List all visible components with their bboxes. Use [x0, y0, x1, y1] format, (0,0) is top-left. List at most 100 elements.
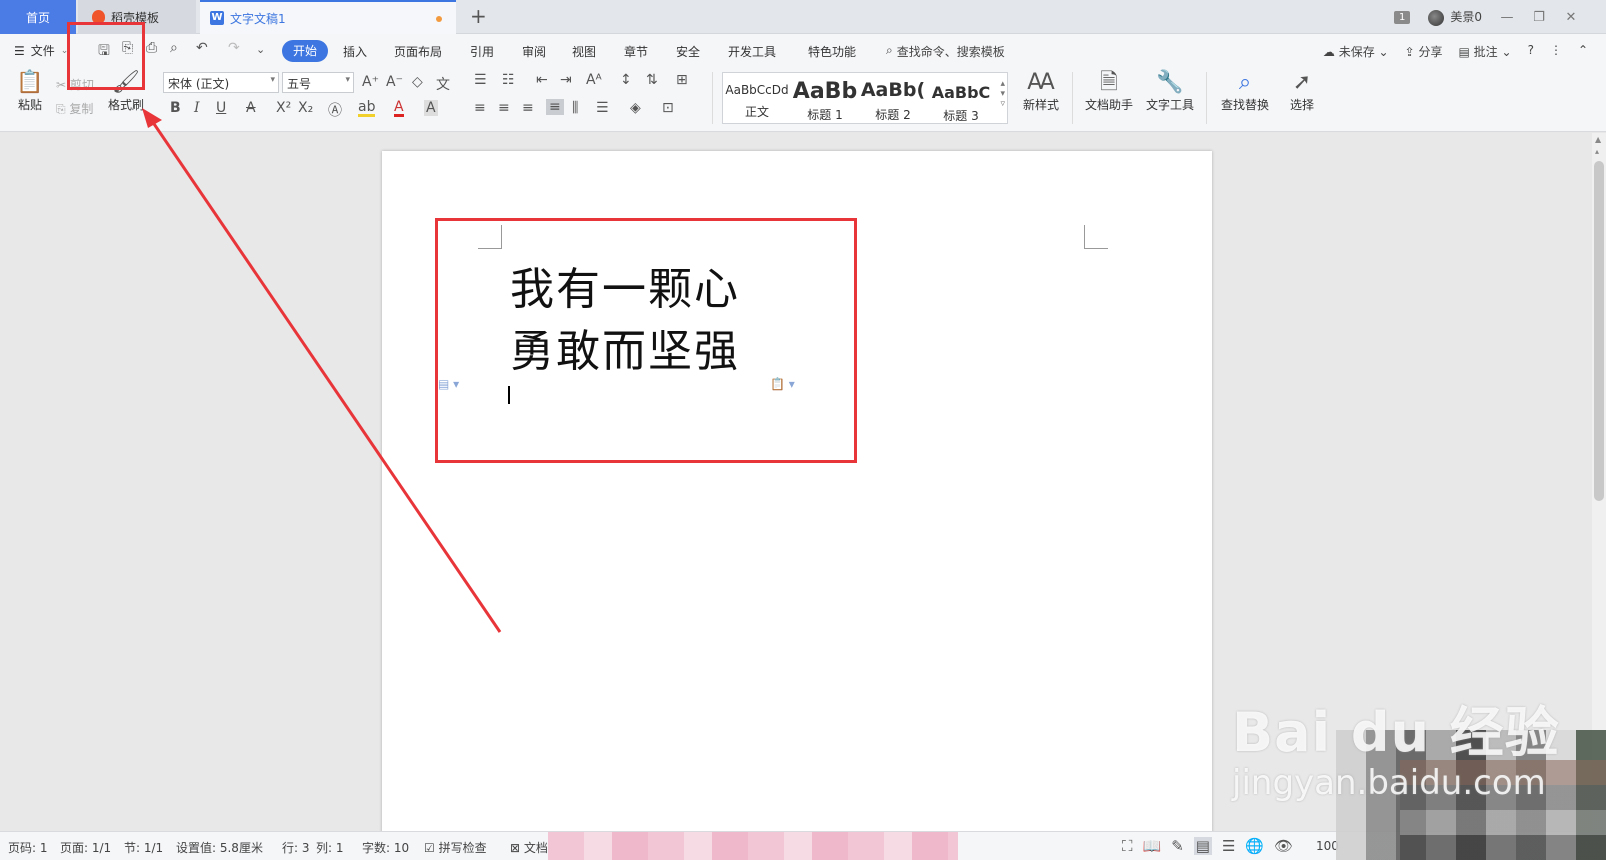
shrink-font-icon[interactable]: A⁻ — [386, 74, 403, 90]
read-mode-icon[interactable]: 📖 — [1143, 837, 1162, 855]
tab-document[interactable]: W 文字文稿1 — [200, 0, 456, 34]
command-search[interactable]: ⌕ 查找命令、搜索模板 — [886, 43, 1005, 60]
new-tab-button[interactable]: + — [470, 4, 487, 28]
menu-page-layout[interactable]: 页面布局 — [394, 43, 442, 60]
select-button[interactable]: ➚ 选择 — [1282, 70, 1322, 113]
style-heading-2[interactable]: AaBb( 标题 2 — [859, 73, 927, 123]
menu-references[interactable]: 引用 — [470, 43, 494, 60]
status-pages[interactable]: 页面: 1/1 — [60, 839, 111, 856]
new-style-button[interactable]: Ꜳ 新样式 — [1016, 70, 1066, 113]
menu-security[interactable]: 安全 — [676, 43, 700, 60]
superscript-icon[interactable]: X² — [276, 100, 291, 116]
annotate-button[interactable]: ▤ 批注 ⌄ — [1459, 43, 1512, 60]
select-label: 选择 — [1289, 98, 1314, 112]
hamburger-icon: ☰ — [14, 43, 25, 58]
unsaved-cloud-button[interactable]: ☁ 未保存 ⌄ — [1323, 43, 1389, 60]
write-mode-icon[interactable]: ✎ — [1171, 837, 1184, 855]
justify-icon[interactable]: ≡ — [546, 99, 564, 115]
user-account[interactable]: 美景0 — [1428, 8, 1482, 26]
style-gallery-more-icon[interactable]: ▴ ▾ ▿ — [1000, 79, 1005, 109]
page-view-icon[interactable]: ▤ — [1193, 837, 1212, 855]
align-right-icon[interactable]: ≡ — [522, 100, 534, 116]
vertical-scrollbar[interactable]: ▲ ▴ — [1592, 133, 1606, 831]
text-effect-icon[interactable]: Ⓐ — [328, 100, 342, 120]
shading-icon[interactable]: ◈ — [630, 100, 641, 116]
outline-view-icon[interactable]: ☰ — [1222, 837, 1235, 855]
customize-toolbar-icon[interactable]: ⌄ — [256, 43, 265, 56]
file-menu-button[interactable]: ☰ 文件 ⌄ — [14, 42, 68, 59]
fullscreen-icon[interactable]: ⛶ — [1122, 837, 1133, 855]
bold-icon[interactable]: B — [170, 100, 181, 116]
font-name-select[interactable]: 宋体 (正文) ▾ — [163, 72, 279, 93]
menu-chapter[interactable]: 章节 — [624, 43, 648, 60]
change-case-icon[interactable]: Aᴬ — [586, 72, 602, 88]
spell-check-button[interactable]: ☑ 拼写检查 — [424, 839, 487, 856]
collapse-ribbon-icon[interactable]: ⌃ — [1578, 43, 1588, 60]
magnifier-icon: ⌕ — [1238, 70, 1252, 95]
web-view-icon[interactable]: 🌐 — [1245, 837, 1264, 855]
menu-start[interactable]: 开始 — [282, 40, 328, 62]
print-icon[interactable]: ⎙ — [146, 40, 157, 56]
phonetic-icon[interactable]: 文 — [436, 74, 450, 94]
subscript-icon[interactable]: X₂ — [298, 100, 313, 116]
paste-button[interactable]: 📋 粘贴 — [12, 70, 48, 113]
scroll-prev-icon[interactable]: ▴ — [1595, 147, 1599, 156]
decrease-indent-icon[interactable]: ⇤ — [536, 72, 548, 88]
ribbon: 📋 粘贴 ✂ 剪切 ⎘ 复制 🖌 格式刷 宋体 (正文) ▾ 五号 ▾ A⁺ A⁻ … — [0, 66, 1606, 132]
menu-insert[interactable]: 插入 — [343, 43, 367, 60]
help-icon[interactable]: ? — [1528, 43, 1534, 60]
close-icon[interactable]: ✕ — [1564, 10, 1578, 25]
chevron-down-icon: ▾ — [345, 75, 350, 85]
menu-special[interactable]: 特色功能 — [808, 43, 856, 60]
sort-icon[interactable]: ↕ — [620, 72, 632, 88]
scroll-up-icon[interactable]: ▲ — [1595, 135, 1601, 144]
grow-font-icon[interactable]: A⁺ — [362, 74, 379, 90]
text-tools-button[interactable]: 🔧 文字工具 — [1140, 70, 1200, 113]
doc-helper-button[interactable]: 🗎 文档助手 — [1082, 70, 1136, 113]
ribbon-divider — [712, 72, 713, 124]
style-heading-1[interactable]: AaBb 标题 1 — [791, 73, 859, 123]
tab-home[interactable]: 首页 — [0, 0, 76, 34]
highlight-icon[interactable]: ab — [358, 100, 376, 117]
clear-format-icon[interactable]: ◇ — [412, 74, 423, 90]
minimize-icon[interactable]: — — [1500, 10, 1514, 25]
style-heading-3[interactable]: AaBbC 标题 3 — [927, 73, 995, 123]
scrollbar-thumb[interactable] — [1594, 161, 1604, 501]
borders-icon[interactable]: ⊡ — [662, 100, 674, 116]
print-preview-icon[interactable]: ⌕ — [170, 40, 178, 56]
numbered-list-icon[interactable]: ☷ — [502, 72, 515, 88]
eye-care-icon[interactable]: 👁 — [1274, 837, 1293, 855]
strikethrough-icon[interactable]: A — [246, 100, 256, 116]
table-border-icon[interactable]: ⊞ — [676, 72, 688, 88]
line-spacing-icon[interactable]: ⇅ — [646, 72, 658, 88]
share-icon: ⇪ — [1404, 45, 1415, 59]
increase-indent-icon[interactable]: ⇥ — [560, 72, 572, 88]
undo-icon[interactable]: ↶ — [196, 40, 208, 56]
paragraph-spacing-icon[interactable]: ☰ — [596, 100, 609, 116]
spell-check-label: 拼写检查 — [438, 841, 487, 855]
copy-button[interactable]: ⎘ 复制 — [56, 100, 93, 117]
find-replace-button[interactable]: ⌕ 查找替换 — [1214, 70, 1276, 113]
menu-developer[interactable]: 开发工具 — [728, 43, 776, 60]
style-normal[interactable]: AaBbCcDd 正文 — [723, 73, 791, 123]
underline-icon[interactable]: U — [216, 100, 226, 116]
italic-icon[interactable]: I — [194, 100, 200, 116]
char-shading-icon[interactable]: A — [424, 100, 438, 116]
redo-icon[interactable]: ↷ — [228, 40, 240, 56]
align-center-icon[interactable]: ≡ — [498, 100, 510, 116]
align-left-icon[interactable]: ≡ — [474, 100, 486, 116]
more-icon[interactable]: ⋮ — [1550, 43, 1562, 60]
distribute-icon[interactable]: ⫼ — [572, 100, 578, 116]
cursor-arrow-icon: ➚ — [1292, 70, 1312, 95]
font-color-icon[interactable]: A — [394, 100, 404, 117]
menu-review[interactable]: 审阅 — [522, 43, 546, 60]
doc-check-button[interactable]: ⊠ 文档 — [510, 839, 548, 856]
restore-icon[interactable]: ❐ — [1532, 10, 1546, 25]
new-style-label: 新样式 — [1022, 98, 1059, 112]
window-count-badge[interactable]: 1 — [1393, 10, 1411, 24]
share-button[interactable]: ⇪ 分享 — [1405, 43, 1443, 60]
bullet-list-icon[interactable]: ☰ — [474, 72, 487, 88]
status-word-count[interactable]: 字数: 10 — [362, 839, 409, 856]
font-size-select[interactable]: 五号 ▾ — [282, 72, 354, 93]
menu-view[interactable]: 视图 — [572, 43, 596, 60]
